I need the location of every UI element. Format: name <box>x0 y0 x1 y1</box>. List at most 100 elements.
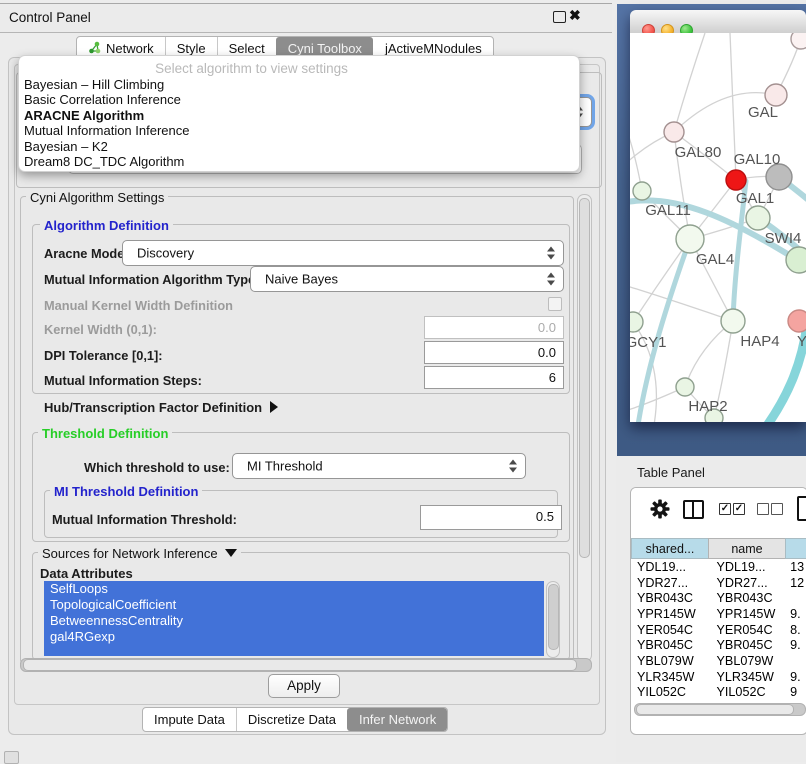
network-node-gal[interactable] <box>765 84 787 106</box>
algorithm-option[interactable]: Basic Correlation Inference <box>24 92 574 107</box>
kernel-width-field[interactable]: 0.0 <box>424 316 564 339</box>
algorithm-option[interactable]: Bayesian – K2 <box>24 139 574 154</box>
table-hscrollbar[interactable] <box>634 703 806 716</box>
dpi-tolerance-field[interactable]: 0.0 <box>424 341 564 364</box>
combo-stepper-icon <box>547 247 556 260</box>
tab-discretize-data[interactable]: Discretize Data <box>236 708 347 731</box>
network-node[interactable] <box>791 33 806 49</box>
table-row[interactable]: YBL079WYBL079W <box>633 653 806 669</box>
table-row[interactable]: YDL19...YDL19...13 <box>633 559 806 575</box>
settings-scrollbar-thumb[interactable] <box>579 198 590 558</box>
mi-type-combobox[interactable]: Naive Bayes <box>250 266 564 292</box>
tab-label: Cyni Toolbox <box>288 41 362 56</box>
tab-impute-data[interactable]: Impute Data <box>143 708 236 731</box>
close-icon[interactable]: ✖ <box>569 7 581 24</box>
network-window-titlebar[interactable] <box>630 10 806 34</box>
table-row[interactable]: YBR045CYBR045C9. <box>633 637 806 653</box>
table-cell: YIL052C <box>633 685 709 699</box>
attributes-scrollbar-thumb[interactable] <box>548 584 559 650</box>
network-graph: GALGAL80GAL10GAL11GAL1SWI4GAL4GCY1HAP4YH… <box>630 33 806 422</box>
tab-label: Network <box>106 41 154 56</box>
export-table-icon[interactable] <box>797 496 806 521</box>
table-cell: YDL19... <box>633 560 709 574</box>
which-threshold-value: MI Threshold <box>247 459 323 474</box>
hub-definition-toggle[interactable]: Hub/Transcription Factor Definition <box>44 400 278 415</box>
network-node-gal80[interactable] <box>664 122 684 142</box>
collapsed-panel-chip[interactable] <box>4 751 19 764</box>
column-header[interactable]: name <box>708 538 785 559</box>
threshold-definition-title: Threshold Definition <box>38 426 172 441</box>
table-row[interactable]: YBR043CYBR043C <box>633 590 806 606</box>
select-all-check-icon[interactable]: ✓ <box>733 503 745 515</box>
sources-title-label: Sources for Network Inference <box>42 546 218 561</box>
node-label: SWI4 <box>765 230 802 247</box>
network-node-gcy1[interactable] <box>630 312 643 332</box>
sources-title[interactable]: Sources for Network Inference <box>38 546 241 561</box>
control-panel-title: Control Panel <box>9 10 91 25</box>
aracne-mode-combobox[interactable]: Discovery <box>122 240 564 266</box>
table-hscrollbar-thumb[interactable] <box>636 704 794 715</box>
aracne-mode-value: Discovery <box>137 246 194 261</box>
settings-scrollbar[interactable] <box>577 194 592 662</box>
float-window-icon[interactable] <box>553 11 566 23</box>
table-cell: YER054C <box>633 623 709 637</box>
combo-stepper-icon <box>547 273 556 286</box>
table-row[interactable]: YER054CYER054C8. <box>633 622 806 638</box>
table-cell: YBR045C <box>633 638 709 652</box>
expanded-arrow-icon <box>225 549 237 557</box>
kernel-width-label: Kernel Width (0,1): <box>44 322 157 337</box>
data-attribute-item[interactable]: gal4RGexp <box>44 629 544 645</box>
algorithm-option[interactable]: Dream8 DC_TDC Algorithm <box>24 154 574 169</box>
node-label: GAL1 <box>736 190 774 207</box>
apply-button[interactable]: Apply <box>268 674 340 698</box>
algorithm-definition-title: Algorithm Definition <box>40 218 173 233</box>
column-visibility-icon[interactable] <box>683 500 704 519</box>
settings-hscrollbar-thumb[interactable] <box>23 659 577 671</box>
algorithm-option[interactable]: Bayesian – Hill Climbing <box>24 77 574 92</box>
table-cell: YLR345W <box>709 670 789 684</box>
algorithm-option[interactable]: ARACNE Algorithm <box>24 108 574 123</box>
table-cell: YDR27... <box>633 576 709 590</box>
select-all-check-icon[interactable]: ✓ <box>719 503 731 515</box>
network-node-y[interactable] <box>788 310 806 332</box>
gear-icon[interactable] <box>649 498 671 520</box>
settings-hscrollbar[interactable] <box>20 658 592 672</box>
column-header[interactable]: shared... <box>631 538 708 559</box>
data-attributes-list[interactable]: SelfLoopsTopologicalCoefficientBetweenne… <box>44 581 544 656</box>
mi-steps-field[interactable]: 6 <box>424 366 564 389</box>
mi-threshold-field[interactable]: 0.5 <box>420 505 562 530</box>
deselect-all-icon[interactable] <box>757 503 769 515</box>
network-canvas[interactable]: GALGAL80GAL10GAL11GAL1SWI4GAL4GCY1HAP4YH… <box>630 33 806 422</box>
network-node-gal11[interactable] <box>633 182 651 200</box>
mi-type-label: Mutual Information Algorithm Type: <box>44 272 259 287</box>
deselect-all-icon[interactable] <box>771 503 783 515</box>
table-row[interactable]: YPR145WYPR145W9. <box>633 606 806 622</box>
network-node-gal4[interactable] <box>676 225 704 253</box>
data-attribute-item[interactable]: SelfLoops <box>44 581 544 597</box>
network-node-hap4[interactable] <box>721 309 745 333</box>
tab-label: Infer Network <box>359 712 436 727</box>
data-attribute-item[interactable]: TopologicalCoefficient <box>44 597 544 613</box>
table-cell: YLR345W <box>633 670 709 684</box>
table-panel-box: ✓ ✓ shared...name YDL19...YDL19...13YDR2… <box>630 487 806 735</box>
network-node-hap2[interactable] <box>676 378 694 396</box>
manual-kernel-checkbox[interactable] <box>548 297 562 311</box>
table-row[interactable]: YDR27...YDR27...12 <box>633 575 806 591</box>
attributes-scrollbar[interactable] <box>546 581 560 658</box>
column-header[interactable] <box>785 538 806 559</box>
data-attribute-item[interactable]: BetweennessCentrality <box>44 613 544 629</box>
dpi-tolerance-label: DPI Tolerance [0,1]: <box>44 348 163 363</box>
network-node[interactable] <box>726 170 746 190</box>
tab-infer-network[interactable]: Infer Network <box>347 708 447 731</box>
network-node-swi4[interactable] <box>786 247 806 273</box>
network-nodes[interactable] <box>630 33 806 422</box>
which-threshold-combobox[interactable]: MI Threshold <box>232 453 526 479</box>
table-row[interactable]: YLR345WYLR345W9. <box>633 669 806 685</box>
node-label: Y <box>797 333 806 350</box>
network-node-gal1[interactable] <box>746 206 770 230</box>
table-row[interactable]: YIL052CYIL052C9 <box>633 685 806 700</box>
algorithm-option[interactable]: Mutual Information Inference <box>24 123 574 138</box>
table-cell: YBL079W <box>709 654 789 668</box>
network-view-window[interactable]: GALGAL80GAL10GAL11GAL1SWI4GAL4GCY1HAP4YH… <box>630 10 806 422</box>
table-cell: YPR145W <box>633 607 709 621</box>
